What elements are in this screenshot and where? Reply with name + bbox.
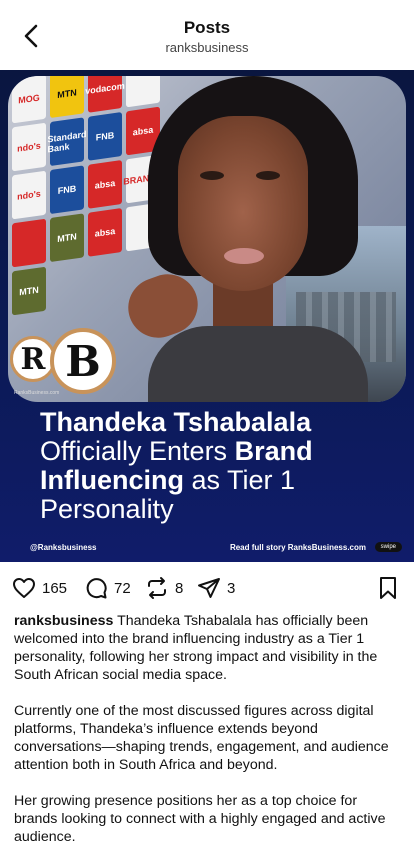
brand-tile: vodacom [85,76,125,113]
page-title: Posts [183,18,231,37]
brand-tile: MTN [50,213,84,263]
brand-tile: absa [88,207,122,257]
account-username[interactable]: ranksbusiness [0,40,414,55]
eye [256,171,280,180]
image-headline: Thandeka Tshabalala Officially Enters Br… [40,408,400,524]
caption-username[interactable]: ranksbusiness [14,613,113,629]
caption-paragraph: Currently one of the most discussed figu… [14,703,389,773]
like-button[interactable]: 165 [12,576,67,600]
bookmark-icon [380,577,396,599]
logo-caption: RanksBusiness.com [14,390,60,396]
comment-count: 72 [114,579,131,597]
image-story-link: Read full story RanksBusiness.com [229,543,366,552]
lips [224,248,264,264]
top-bar: Posts ranksbusiness [0,0,414,70]
post-image[interactable]: MOG MTN vodacom ndo's Standard Bank FNB … [0,70,414,562]
action-bar: 165 72 8 3 [0,570,414,606]
portrait [119,76,368,402]
post-caption: ranksbusiness Thandeka Tshabalala has of… [14,612,402,850]
headline-line-1: Thandeka Tshabalala [40,407,312,437]
repost-button[interactable]: 8 [145,576,183,600]
comment-icon [86,578,107,599]
brand-tile: MTN [50,76,84,119]
headline-line-4: Personality [40,494,174,524]
image-handle: @Ranksbusiness [30,543,97,552]
brand-tile: FNB [88,111,122,161]
brand-tile: ndo's [12,170,46,220]
caption-paragraph: ranksbusiness Thandeka Tshabalala has of… [14,612,402,684]
repost-count: 8 [175,579,184,597]
eye [200,171,224,180]
headline-line-2: Officially Enters Brand [40,436,313,466]
repost-icon [148,577,166,599]
save-button[interactable] [376,576,400,600]
shirt [148,326,368,402]
send-icon [198,578,220,598]
brand-tile: absa [88,159,122,209]
swipe-badge: swipe [374,542,402,552]
comment-button[interactable]: 72 [84,576,131,600]
headline-line-3: Influencing as Tier 1 [40,465,296,495]
brand-tile: MOG [12,76,46,124]
heart-icon [13,578,35,598]
face [178,116,308,291]
like-count: 165 [42,579,68,597]
share-button[interactable]: 3 [197,576,235,600]
brand-tile: Standard Bank [48,117,87,167]
brand-tile [12,218,46,268]
brand-tile: ndo's [12,122,46,172]
share-count: 3 [227,579,236,597]
brand-tile: MTN [12,266,46,316]
ranksbusiness-logo: R B RanksBusiness.com [10,328,122,408]
logo-b-mark: B [50,328,116,394]
caption-paragraph: Her growing presence positions her as a … [14,793,386,845]
brand-tile: FNB [50,165,84,215]
